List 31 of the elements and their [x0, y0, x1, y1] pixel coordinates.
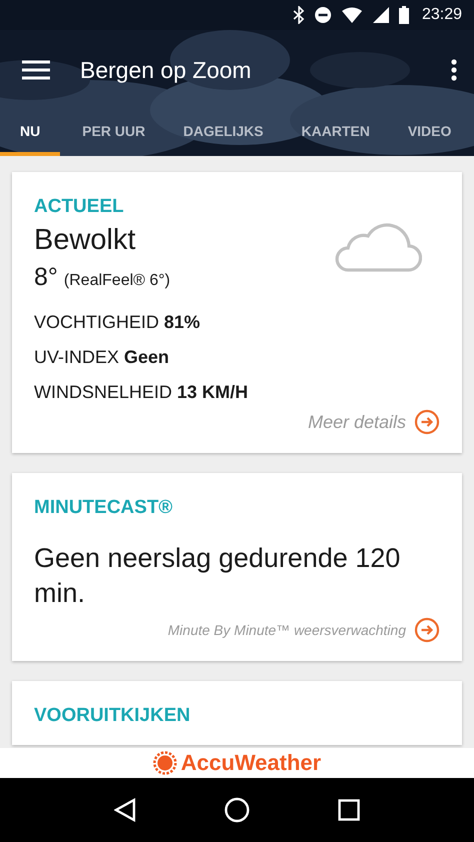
menu-icon[interactable]	[22, 60, 50, 80]
realfeel-text: (RealFeel® 6°)	[64, 272, 170, 290]
detail-text: UV-INDEX Geen	[34, 347, 170, 368]
precipitation-summary: Geen neerslag gedurende 120 min.	[34, 542, 402, 610]
back-icon[interactable]	[114, 798, 136, 822]
tab[interactable]: PER UUR	[82, 110, 146, 156]
recent-apps-icon[interactable]	[338, 799, 360, 821]
detail-text: WINDSNELHEID 13 KM/H	[34, 382, 250, 403]
tab[interactable]: VIDEO	[408, 110, 452, 156]
detail-text: VOCHTIGHEID 81%	[34, 312, 202, 333]
arrow-right-icon[interactable]	[414, 617, 440, 644]
section-heading: VOORUITKIJKEN	[34, 705, 192, 728]
location-title: Bergen op Zoom	[80, 56, 252, 84]
bluetooth-icon	[292, 6, 305, 24]
status-time: 23:29	[422, 6, 462, 24]
sun-icon	[152, 751, 177, 775]
section-heading: ACTUEEL	[34, 196, 125, 218]
home-icon[interactable]	[224, 797, 250, 823]
signal-icon	[372, 6, 390, 24]
brand-logo: AccuWeather	[180, 750, 322, 776]
do-not-disturb-icon	[314, 6, 332, 24]
tab[interactable]: KAARTEN	[301, 110, 370, 156]
arrow-right-icon[interactable]	[414, 409, 440, 435]
tab[interactable]: DAGELIJKS	[183, 110, 264, 156]
tab[interactable]: NU	[0, 110, 60, 156]
more-options-icon[interactable]	[450, 59, 458, 81]
section-heading: MINUTECAST®	[34, 497, 174, 519]
temperature-text: 8°	[34, 263, 58, 292]
battery-icon	[398, 6, 409, 24]
condition-text: Bewolkt	[34, 224, 136, 257]
wifi-icon	[340, 6, 363, 24]
